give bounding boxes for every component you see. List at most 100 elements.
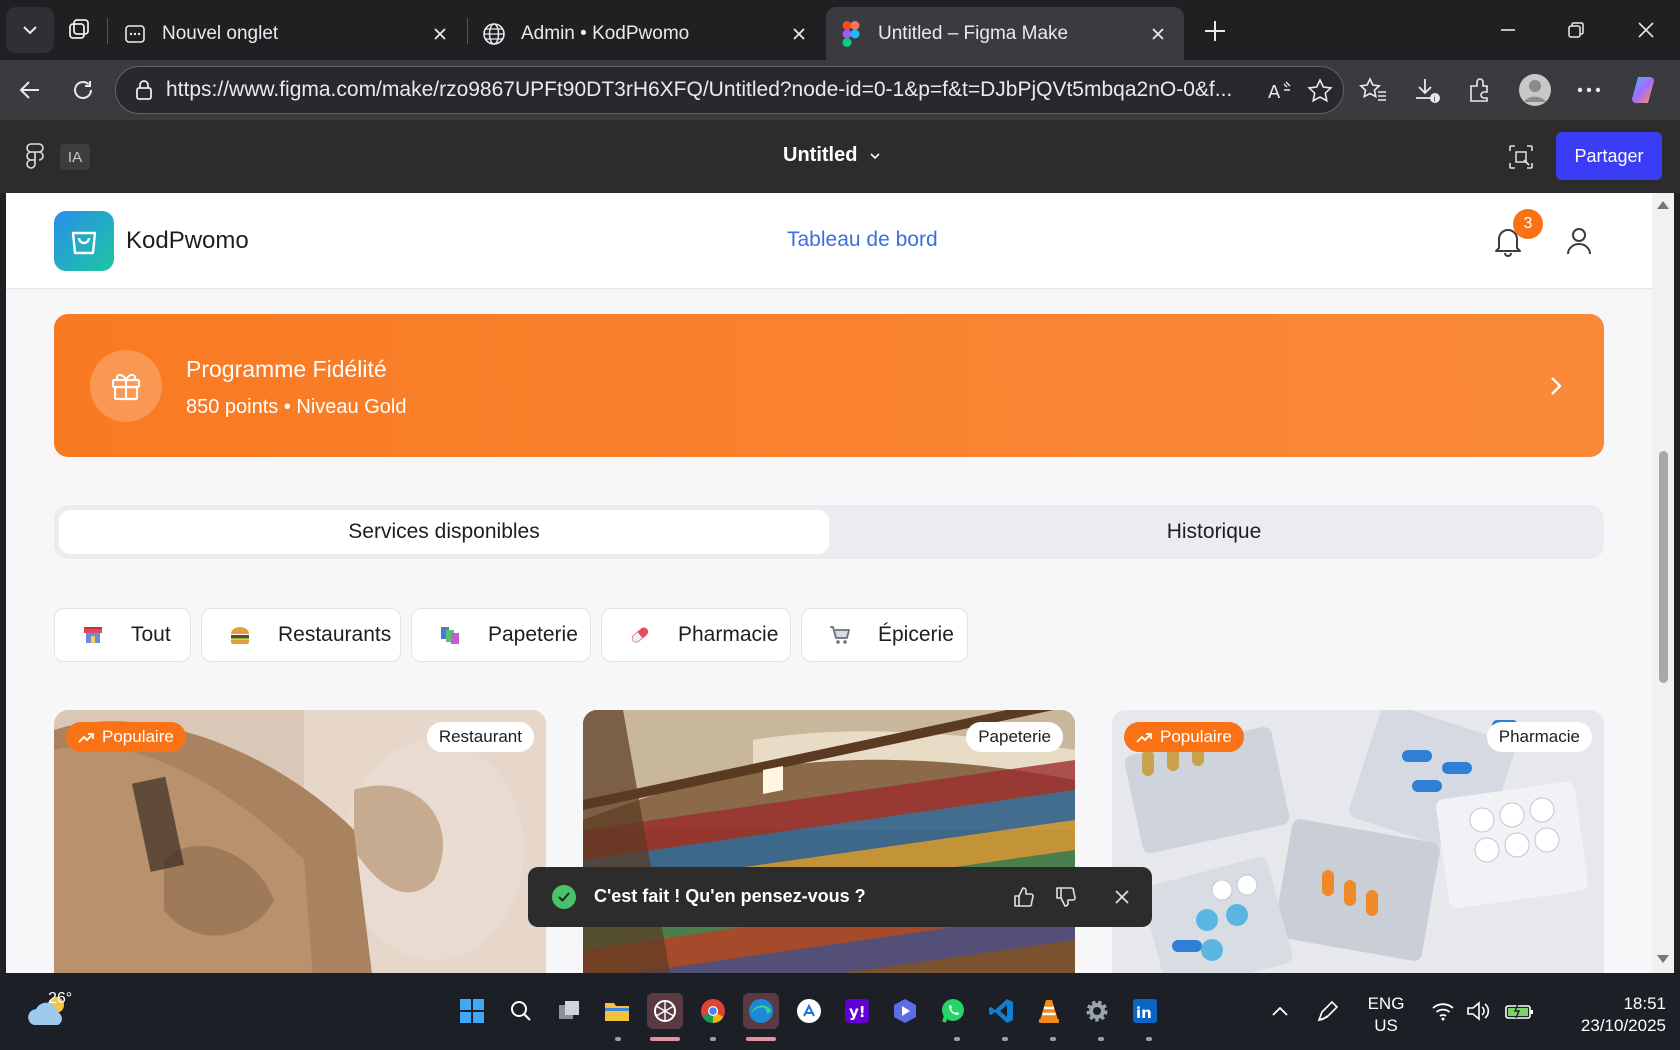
clock-time: 18:51 — [1623, 994, 1666, 1013]
chevron-up-icon[interactable] — [1262, 993, 1298, 1029]
active-indicator — [650, 1037, 680, 1041]
downloads-icon[interactable]: i — [1406, 70, 1448, 110]
back-button[interactable] — [10, 70, 50, 110]
profile-avatar[interactable] — [1514, 70, 1556, 110]
svg-text:A: A — [1268, 82, 1281, 102]
input-language[interactable]: ENG US — [1362, 993, 1410, 1037]
running-indicator — [1146, 1037, 1152, 1041]
filter-chip-epicerie[interactable]: Épicerie — [801, 608, 968, 662]
filter-chip-tout[interactable]: Tout — [54, 608, 191, 662]
browser-toolbar: https://www.figma.com/make/rzo9867UPFt90… — [0, 60, 1680, 120]
close-icon[interactable] — [1108, 883, 1136, 911]
workspaces-button[interactable] — [62, 12, 96, 48]
shopping-bag-icon[interactable] — [54, 211, 114, 271]
chevron-right-icon[interactable] — [1540, 370, 1572, 402]
minimize-button[interactable] — [1480, 10, 1536, 50]
clock[interactable]: 18:51 23/10/2025 — [1546, 993, 1666, 1037]
user-icon[interactable] — [1559, 221, 1599, 261]
notification-badge: 3 — [1513, 209, 1543, 239]
task-view-icon[interactable] — [551, 993, 587, 1029]
scroll-down-arrow[interactable] — [1657, 955, 1669, 963]
restore-button[interactable] — [1548, 10, 1604, 50]
settings-gear-icon[interactable] — [1079, 993, 1115, 1029]
store-icon — [81, 623, 105, 647]
language-code: ENG — [1367, 994, 1405, 1013]
restore-icon — [1568, 22, 1584, 38]
vlc-icon[interactable] — [1031, 993, 1067, 1029]
feedback-toast: C'est fait ! Qu'en pensez-vous ? — [528, 867, 1152, 927]
taskbar: 26° y! in ENG US 18:51 23/10/2025 — [0, 973, 1680, 1050]
scrollbar[interactable] — [1652, 193, 1674, 973]
tab-actions-menu-button[interactable] — [6, 7, 54, 53]
filter-chip-pharmacie[interactable]: Pharmacie — [601, 608, 791, 662]
service-card-pharmacie[interactable]: Populaire Pharmacie — [1112, 710, 1604, 973]
vscode-icon[interactable] — [983, 993, 1019, 1029]
filter-chip-restaurants[interactable]: Restaurants — [201, 608, 401, 662]
pen-icon[interactable] — [1310, 993, 1346, 1029]
battery-icon[interactable] — [1501, 993, 1537, 1029]
wifi-icon[interactable] — [1425, 993, 1461, 1029]
chrome-icon[interactable] — [695, 993, 731, 1029]
thumbs-down-icon[interactable] — [1052, 883, 1080, 911]
whatsapp-icon[interactable] — [935, 993, 971, 1029]
figma-make-header: IA Untitled Partager — [0, 120, 1680, 193]
scrollbar-thumb[interactable] — [1659, 451, 1668, 683]
new-tab-button[interactable] — [1196, 12, 1234, 50]
clock-date: 23/10/2025 — [1580, 1016, 1666, 1035]
extensions-icon[interactable] — [1460, 70, 1502, 110]
tab-historique[interactable]: Historique — [829, 510, 1599, 554]
workspaces-icon — [69, 19, 89, 39]
linkedin-icon[interactable]: in — [1127, 993, 1163, 1029]
windows-start-icon[interactable] — [454, 993, 490, 1029]
tab-title: Admin • KodPwomo — [521, 22, 690, 44]
scroll-up-arrow[interactable] — [1657, 201, 1669, 209]
tab-figma-make[interactable]: Untitled – Figma Make — [826, 7, 1184, 60]
loyalty-program-banner[interactable]: Programme Fidélité 850 points • Niveau G… — [54, 314, 1604, 457]
dashboard-link[interactable]: Tableau de bord — [787, 228, 938, 252]
inspect-icon[interactable] — [1504, 140, 1538, 174]
figma-logo-icon[interactable] — [24, 142, 46, 172]
ia-badge[interactable]: IA — [60, 144, 90, 170]
share-button[interactable]: Partager — [1556, 132, 1662, 180]
service-card-papeterie[interactable]: Papeterie — [583, 710, 1075, 973]
app-store-icon[interactable] — [791, 993, 827, 1029]
copilot-icon[interactable] — [1624, 70, 1666, 110]
favorites-icon[interactable] — [1352, 70, 1394, 110]
chatgpt-icon[interactable] — [647, 993, 683, 1029]
close-window-button[interactable] — [1618, 10, 1674, 50]
volume-icon[interactable] — [1461, 993, 1497, 1029]
url-text[interactable]: https://www.figma.com/make/rzo9867UPFt90… — [166, 78, 1256, 102]
category-badge: Papeterie — [966, 722, 1063, 752]
close-icon[interactable] — [426, 20, 454, 48]
check-icon — [552, 885, 576, 909]
search-icon[interactable] — [503, 993, 539, 1029]
close-icon[interactable] — [785, 20, 813, 48]
more-menu-icon[interactable] — [1568, 70, 1610, 110]
tab-title: Nouvel onglet — [162, 22, 279, 44]
tab-separator — [467, 18, 468, 44]
yahoo-icon[interactable]: y! — [839, 993, 875, 1029]
file-title-menu[interactable]: Untitled — [783, 144, 881, 167]
close-icon[interactable] — [1144, 20, 1172, 48]
tab-admin[interactable]: Admin • KodPwomo — [469, 7, 825, 60]
address-bar[interactable]: https://www.figma.com/make/rzo9867UPFt90… — [115, 66, 1344, 114]
reload-button[interactable] — [63, 70, 103, 110]
running-indicator — [710, 1037, 716, 1041]
thumbs-up-icon[interactable] — [1010, 883, 1038, 911]
app-preview: KodPwomo Tableau de bord 3 Programme Fid… — [6, 193, 1652, 973]
read-aloud-icon[interactable]: A — [1264, 75, 1296, 107]
tab-services-disponibles[interactable]: Services disponibles — [59, 510, 829, 554]
popular-badge: Populaire — [1124, 722, 1244, 752]
clipchamp-icon[interactable] — [887, 993, 923, 1029]
tab-new-tab[interactable]: Nouvel onglet — [110, 7, 466, 60]
filter-chip-papeterie[interactable]: Papeterie — [411, 608, 591, 662]
edge-icon[interactable] — [743, 993, 779, 1029]
service-card-restaurant[interactable]: Populaire Restaurant — [54, 710, 546, 973]
file-title: Untitled — [783, 144, 858, 166]
category-badge: Restaurant — [426, 722, 534, 752]
popular-badge: Populaire — [66, 722, 186, 752]
file-explorer-icon[interactable] — [599, 993, 635, 1029]
back-arrow-icon — [19, 81, 39, 99]
brand-name[interactable]: KodPwomo — [126, 227, 249, 255]
star-icon[interactable] — [1304, 75, 1336, 107]
